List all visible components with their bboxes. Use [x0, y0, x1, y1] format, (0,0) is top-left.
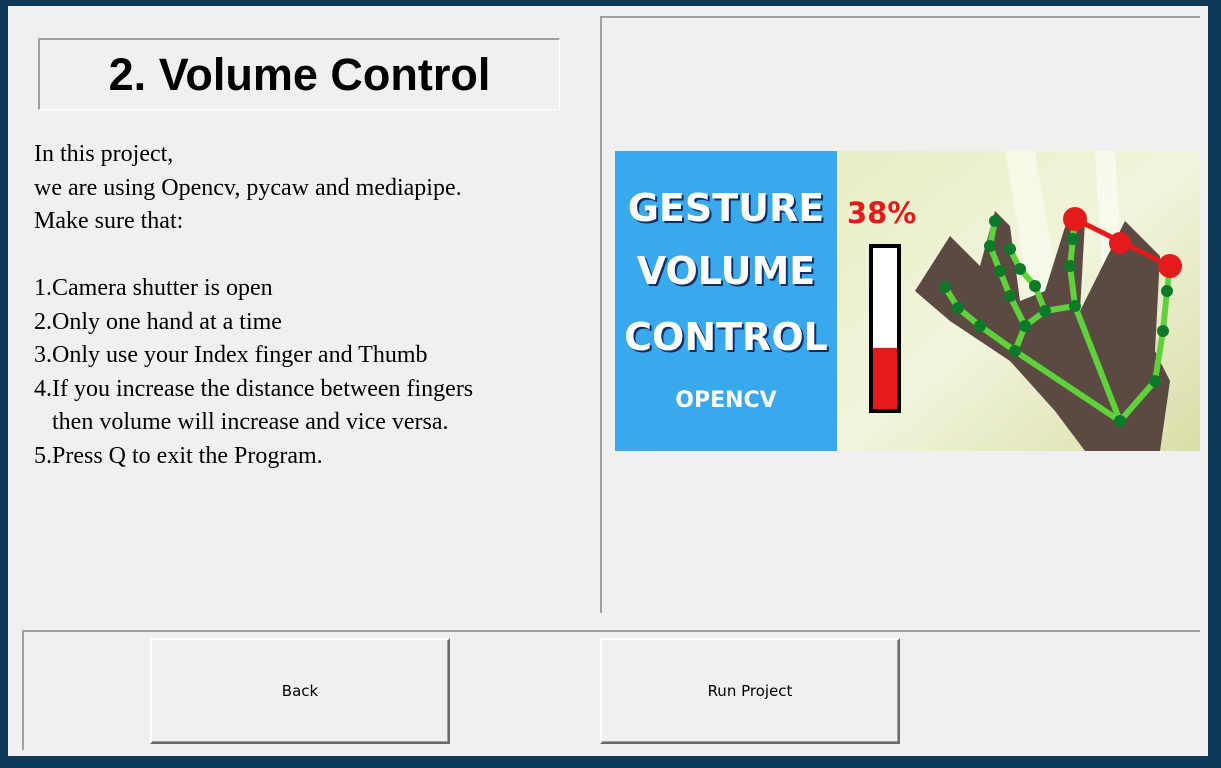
thumb-subtitle: OPENCV	[675, 388, 776, 413]
thumb-title-line-2: VOLUME	[637, 249, 816, 293]
volume-bar-fill	[873, 347, 897, 409]
description-line	[34, 239, 594, 273]
description-line: 2.Only one hand at a time	[34, 308, 282, 335]
description-line: 1.Camera shutter is open	[34, 275, 273, 301]
volume-percent: 38%	[847, 196, 916, 230]
description-line: 3.Only use your Index finger and Thumb	[34, 342, 428, 368]
back-button[interactable]: Back	[150, 638, 450, 744]
thumbnail-graphic: GESTURE GESTURE VOLUME VOLUME CONTROL CO…	[615, 151, 1200, 451]
run-project-button[interactable]: Run Project	[600, 638, 900, 744]
description-line: then volume will increase and vice versa…	[34, 409, 449, 435]
thumb-title-line-1: GESTURE	[628, 186, 825, 230]
description-line: 4.If you increase the distance between f…	[34, 375, 474, 402]
description-line: In this project,	[34, 141, 174, 167]
project-thumbnail: GESTURE GESTURE VOLUME VOLUME CONTROL CO…	[615, 151, 1200, 451]
description-text: In this project, we are using Opencv, py…	[34, 138, 594, 473]
description-line: 5.Press Q to exit the Program.	[34, 442, 323, 469]
thumb-tip-marker	[1158, 254, 1182, 278]
midpoint-marker	[1109, 232, 1131, 254]
description-line: Make sure that:	[34, 208, 184, 234]
description-line: we are using Opencv, pycaw and mediapipe…	[34, 174, 462, 201]
page-title: 2. Volume Control	[108, 48, 491, 100]
thumb-title-line-3: CONTROL	[624, 315, 828, 359]
index-tip-marker	[1063, 207, 1087, 231]
title-box: 2. Volume Control	[38, 38, 560, 110]
